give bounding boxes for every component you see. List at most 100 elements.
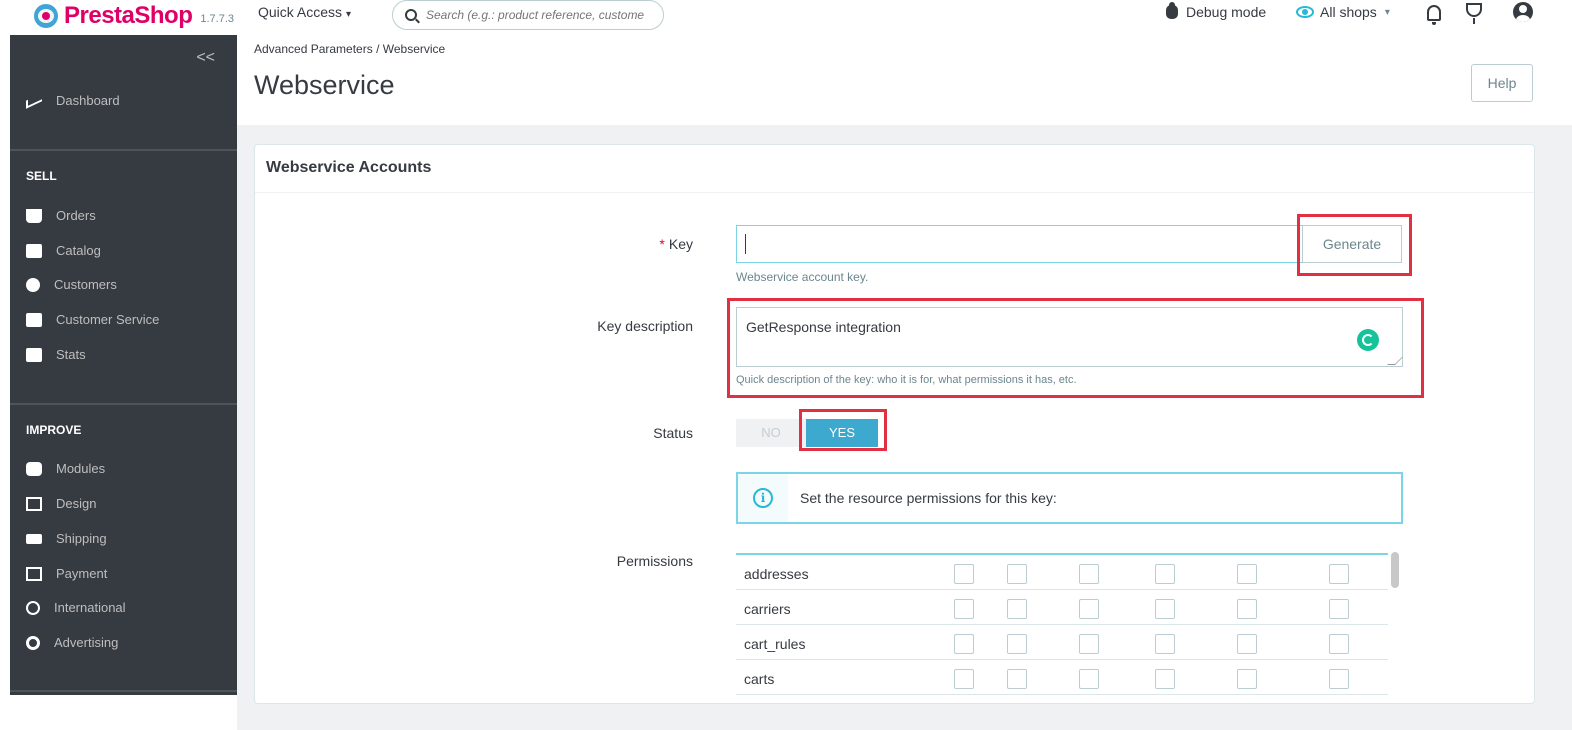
- account-circle-icon: [26, 277, 40, 292]
- sidebar-item-catalog[interactable]: Catalog: [26, 243, 101, 258]
- shopping-basket-icon: [26, 208, 42, 223]
- permission-checkbox[interactable]: [1079, 669, 1099, 689]
- search-input[interactable]: [426, 8, 656, 22]
- sidebar-item-label: Shipping: [56, 531, 107, 546]
- search-icon: [405, 9, 417, 21]
- collapse-sidebar-icon[interactable]: <<: [196, 49, 215, 67]
- sidebar-divider: [10, 403, 237, 405]
- permission-checkbox[interactable]: [1237, 634, 1257, 654]
- sidebar-item-orders[interactable]: Orders: [26, 208, 96, 223]
- panel-title: Webservice Accounts: [255, 145, 1534, 193]
- permission-checkbox[interactable]: [1329, 564, 1349, 584]
- permission-checkbox[interactable]: [1007, 564, 1027, 584]
- permissions-scrollbar[interactable]: [1391, 552, 1399, 588]
- search-box[interactable]: [392, 0, 664, 30]
- permission-checkbox[interactable]: [1155, 634, 1175, 654]
- sidebar-item-stats[interactable]: Stats: [26, 347, 86, 362]
- permission-checkbox[interactable]: [1155, 669, 1175, 689]
- table-row: addresses: [736, 555, 1388, 590]
- resource-name: addresses: [744, 566, 809, 582]
- bar-chart-icon: [26, 347, 42, 362]
- permission-checkbox[interactable]: [1237, 564, 1257, 584]
- sidebar-item-label: Dashboard: [56, 93, 120, 108]
- breadcrumb[interactable]: Advanced Parameters / Webservice: [254, 42, 445, 56]
- permission-checkbox[interactable]: [1329, 669, 1349, 689]
- permission-checkbox[interactable]: [1079, 634, 1099, 654]
- bell-icon[interactable]: [1427, 5, 1441, 25]
- globe-icon: [26, 600, 40, 615]
- permission-checkbox[interactable]: [954, 634, 974, 654]
- trending-up-icon: [26, 92, 42, 109]
- all-shops-dropdown[interactable]: All shops ▾: [1296, 4, 1390, 20]
- key-input[interactable]: [736, 225, 1302, 263]
- all-shops-label: All shops: [1320, 4, 1377, 20]
- table-row: cart_rules: [736, 625, 1388, 660]
- permission-checkbox[interactable]: [1237, 669, 1257, 689]
- debug-mode-label: Debug mode: [1186, 4, 1267, 20]
- permission-checkbox[interactable]: [954, 599, 974, 619]
- sidebar-item-customers[interactable]: Customers: [26, 277, 117, 292]
- permissions-table: addresses carriers cart_rules carts: [736, 553, 1388, 695]
- permission-checkbox[interactable]: [1007, 599, 1027, 619]
- sidebar-item-international[interactable]: International: [26, 600, 126, 615]
- puzzle-icon: [26, 461, 42, 476]
- sidebar-divider: [10, 690, 237, 692]
- sidebar-item-dashboard[interactable]: Dashboard: [26, 92, 120, 109]
- resource-name: carts: [744, 671, 775, 687]
- key-label: * Key: [393, 236, 693, 252]
- help-button[interactable]: Help: [1471, 64, 1533, 102]
- caret-down-icon: ▾: [346, 9, 352, 20]
- user-account-icon[interactable]: [1513, 2, 1533, 22]
- sidebar-item-label: Modules: [56, 461, 106, 476]
- sidebar-item-customer-service[interactable]: Customer Service: [26, 312, 159, 327]
- sidebar-section-improve: IMPROVE: [26, 423, 82, 437]
- sidebar: << Dashboard SELL Orders Catalog Custome…: [10, 35, 237, 695]
- key-help-text: Webservice account key.: [736, 270, 869, 284]
- highlight-key-description: [727, 298, 1424, 398]
- highlight-generate: [1297, 214, 1412, 276]
- sidebar-item-label: Design: [56, 496, 97, 511]
- permission-checkbox[interactable]: [954, 564, 974, 584]
- sidebar-item-label: Catalog: [56, 243, 101, 258]
- status-toggle-no[interactable]: NO: [736, 419, 806, 447]
- permission-checkbox[interactable]: [1079, 599, 1099, 619]
- resource-name: cart_rules: [744, 636, 806, 652]
- permissions-info-alert: i Set the resource permissions for this …: [736, 472, 1403, 524]
- permission-checkbox[interactable]: [1329, 599, 1349, 619]
- prestashop-logo[interactable]: PrestaShop 1.7.7.3: [34, 2, 234, 30]
- store-icon: [26, 243, 42, 258]
- sidebar-item-label: Customer Service: [56, 312, 160, 327]
- debug-mode-link[interactable]: Debug mode: [1166, 2, 1267, 20]
- logo-text: PrestaShop: [64, 2, 193, 29]
- page-title: Webservice: [254, 70, 395, 100]
- permission-checkbox[interactable]: [1237, 599, 1257, 619]
- permission-checkbox[interactable]: [1329, 634, 1349, 654]
- permission-checkbox[interactable]: [1007, 634, 1027, 654]
- table-row: carriers: [736, 590, 1388, 625]
- credit-card-icon: [26, 566, 42, 581]
- sidebar-item-modules[interactable]: Modules: [26, 461, 105, 476]
- sidebar-item-advertising[interactable]: Advertising: [26, 635, 118, 650]
- table-row: carts: [736, 660, 1388, 695]
- sidebar-item-shipping[interactable]: Shipping: [26, 531, 107, 546]
- sidebar-item-payment[interactable]: Payment: [26, 566, 107, 581]
- eye-icon: [1296, 6, 1314, 18]
- permission-checkbox[interactable]: [954, 669, 974, 689]
- info-icon: i: [753, 488, 773, 508]
- permission-checkbox[interactable]: [1079, 564, 1099, 584]
- key-description-label: Key description: [597, 318, 693, 334]
- sidebar-section-sell: SELL: [26, 169, 57, 183]
- permission-checkbox[interactable]: [1155, 599, 1175, 619]
- quick-access-dropdown[interactable]: Quick Access ▾: [258, 4, 351, 20]
- trophy-icon[interactable]: [1466, 3, 1482, 24]
- quick-access-label: Quick Access: [258, 4, 343, 20]
- permission-checkbox[interactable]: [1155, 564, 1175, 584]
- sidebar-item-label: International: [54, 600, 126, 615]
- status-label: Status: [653, 425, 693, 441]
- version-label: 1.7.7.3: [200, 13, 235, 25]
- sidebar-item-design[interactable]: Design: [26, 496, 96, 511]
- sidebar-item-label: Customers: [54, 277, 117, 292]
- puffin-logo-icon: [34, 4, 58, 28]
- permission-checkbox[interactable]: [1007, 669, 1027, 689]
- desktop-icon: [26, 496, 42, 511]
